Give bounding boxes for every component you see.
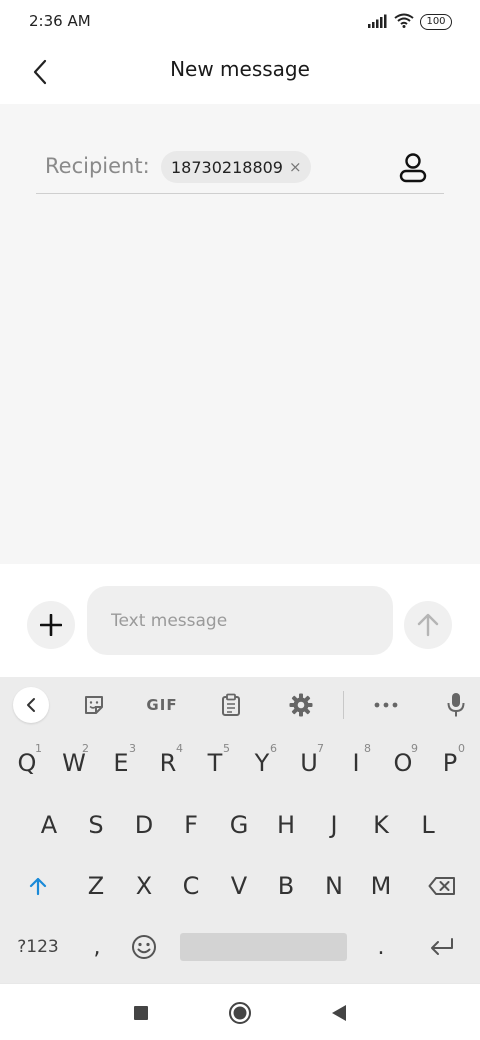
keyboard-toolbar: GIF xyxy=(0,677,480,733)
arrow-up-icon xyxy=(417,613,439,637)
status-bar: 2:36 AM 100 xyxy=(0,0,480,44)
key-u[interactable]: U7 xyxy=(287,738,331,788)
message-input[interactable] xyxy=(87,586,393,655)
period-key[interactable]: . xyxy=(359,922,403,972)
symbols-key[interactable]: ?123 xyxy=(10,922,66,972)
signal-icon xyxy=(368,13,388,32)
home-button[interactable] xyxy=(225,998,255,1028)
clipboard-icon xyxy=(222,693,240,716)
key-t[interactable]: T5 xyxy=(193,738,237,788)
status-time: 2:36 AM xyxy=(29,12,91,30)
compose-bar xyxy=(0,564,480,677)
recipient-chip[interactable]: 18730218809 × xyxy=(161,151,311,183)
recipient-label: Recipient: xyxy=(45,154,150,178)
message-content-area: Recipient: 18730218809 × xyxy=(0,104,480,564)
gif-label: GIF xyxy=(146,696,178,714)
key-a[interactable]: A xyxy=(27,800,71,850)
key-d[interactable]: D xyxy=(122,800,166,850)
key-m[interactable]: M xyxy=(359,861,403,911)
contact-picker-button[interactable] xyxy=(394,150,432,186)
backspace-key[interactable] xyxy=(418,861,466,911)
sticker-button[interactable] xyxy=(74,677,114,733)
gear-icon xyxy=(289,693,313,717)
home-circle-icon xyxy=(229,1002,251,1024)
key-z[interactable]: Z xyxy=(74,861,118,911)
square-icon xyxy=(134,1006,148,1020)
enter-key[interactable] xyxy=(418,922,466,972)
recents-button[interactable] xyxy=(126,998,156,1028)
key-s[interactable]: S xyxy=(74,800,118,850)
key-v[interactable]: V xyxy=(217,861,261,911)
emoji-icon xyxy=(132,935,156,959)
key-b[interactable]: B xyxy=(264,861,308,911)
key-n[interactable]: N xyxy=(312,861,356,911)
key-r[interactable]: R4 xyxy=(146,738,190,788)
key-c[interactable]: C xyxy=(169,861,213,911)
sticker-icon xyxy=(85,696,103,714)
keyboard-settings-button[interactable] xyxy=(281,677,321,733)
microphone-icon xyxy=(447,693,465,717)
battery-icon: 100 xyxy=(420,14,452,30)
triangle-back-icon xyxy=(332,1005,346,1021)
plus-icon xyxy=(40,614,62,636)
toolbar-divider xyxy=(343,691,344,719)
status-icons: 100 xyxy=(368,12,452,32)
key-i[interactable]: I8 xyxy=(334,738,378,788)
clipboard-button[interactable] xyxy=(211,677,251,733)
header: New message xyxy=(0,44,480,104)
key-w[interactable]: W2 xyxy=(52,738,96,788)
gif-button[interactable]: GIF xyxy=(140,677,184,733)
comma-key[interactable]: , xyxy=(75,922,119,972)
more-options-button[interactable] xyxy=(366,677,406,733)
page-title: New message xyxy=(170,57,310,81)
enter-icon xyxy=(431,938,453,955)
chevron-left-icon xyxy=(27,698,35,712)
chevron-left-icon xyxy=(33,59,47,85)
key-y[interactable]: Y6 xyxy=(240,738,284,788)
key-g[interactable]: G xyxy=(217,800,261,850)
key-p[interactable]: P0 xyxy=(428,738,472,788)
system-nav-bar xyxy=(0,983,480,1040)
send-button[interactable] xyxy=(404,601,452,649)
recipient-number: 18730218809 xyxy=(171,157,283,177)
keyboard-collapse-button[interactable] xyxy=(13,687,49,723)
shift-key[interactable] xyxy=(16,861,60,911)
recipient-divider xyxy=(36,193,444,194)
backspace-icon xyxy=(428,877,455,895)
key-e[interactable]: E3 xyxy=(99,738,143,788)
key-f[interactable]: F xyxy=(169,800,213,850)
back-button[interactable] xyxy=(22,54,58,90)
shift-arrow-icon xyxy=(29,877,47,896)
person-icon xyxy=(399,153,427,183)
keyboard: GIF Q 1 W 2 E 3 R 4 T 5 Y 6 U 7 I 8 O 9 … xyxy=(0,677,480,983)
key-k[interactable]: K xyxy=(359,800,403,850)
voice-input-button[interactable] xyxy=(436,677,476,733)
add-attachment-button[interactable] xyxy=(27,601,75,649)
remove-recipient-icon[interactable]: × xyxy=(289,158,302,176)
emoji-key[interactable] xyxy=(122,922,166,972)
key-j[interactable]: J xyxy=(312,800,356,850)
space-key[interactable] xyxy=(180,933,347,961)
more-icon xyxy=(374,702,398,708)
key-h[interactable]: H xyxy=(264,800,308,850)
key-x[interactable]: X xyxy=(122,861,166,911)
key-q[interactable]: Q1 xyxy=(5,738,49,788)
key-l[interactable]: L xyxy=(406,800,450,850)
wifi-icon xyxy=(394,13,414,32)
back-nav-button[interactable] xyxy=(324,998,354,1028)
key-o[interactable]: O9 xyxy=(381,738,425,788)
